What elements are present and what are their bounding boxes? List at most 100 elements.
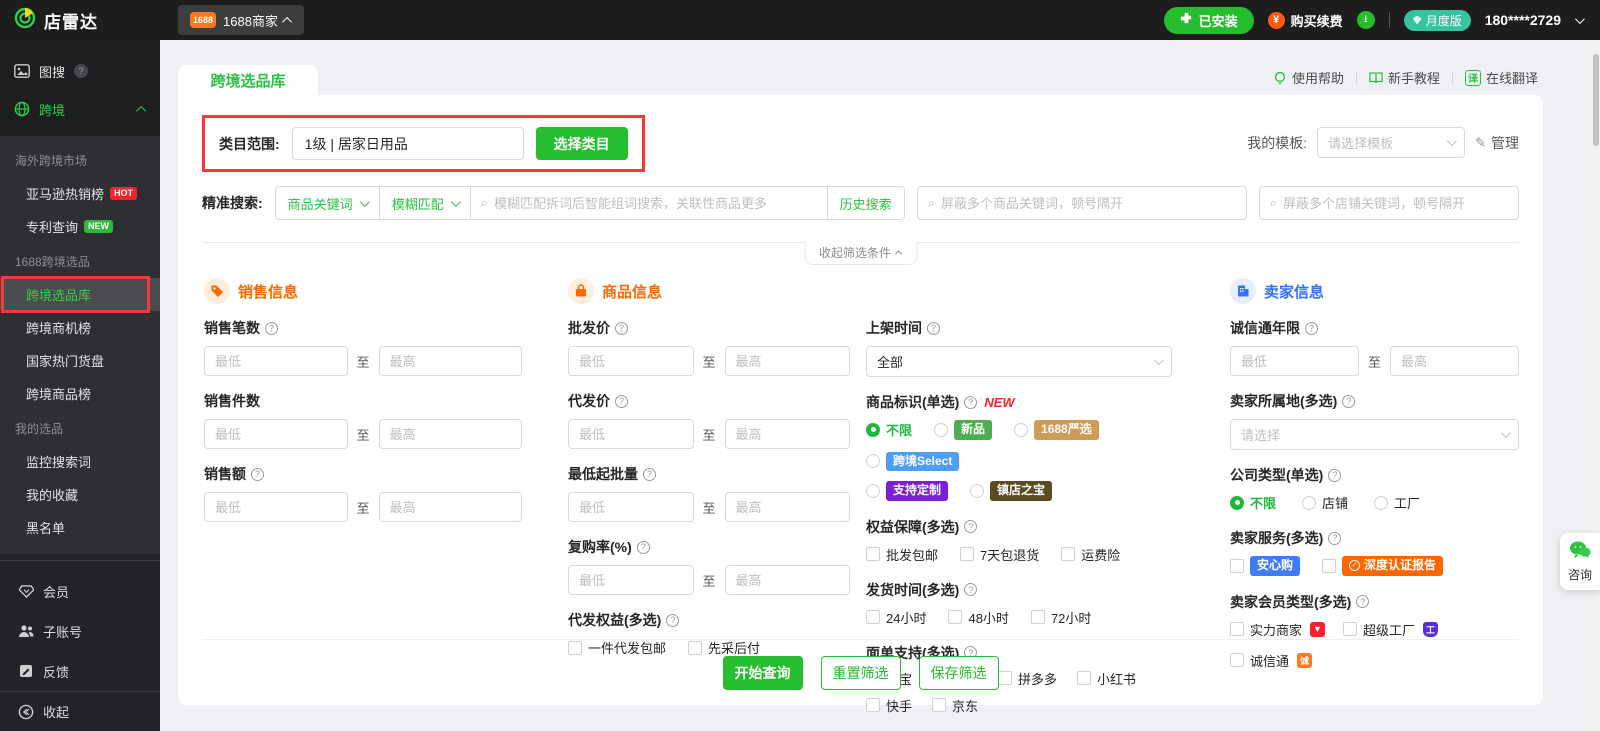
consult-widget[interactable]: 咨询	[1560, 533, 1600, 590]
sidebar-item-opportunity-rank[interactable]: 跨境商机榜	[0, 311, 160, 344]
help-icon[interactable]	[615, 322, 628, 335]
tutorial-link[interactable]: 新手教程	[1369, 68, 1440, 87]
checkbox-option[interactable]: 72小时	[1031, 608, 1091, 627]
radio-option[interactable]: 1688严选	[1014, 420, 1099, 440]
help-icon[interactable]	[637, 541, 650, 554]
checkbox-option[interactable]: 运费险	[1061, 545, 1120, 564]
radio-option[interactable]: 不限	[866, 420, 912, 439]
collapse-filters-button[interactable]: 收起筛选条件	[804, 242, 917, 265]
checkbox-option[interactable]: 批发包邮	[866, 545, 938, 564]
max-input[interactable]	[379, 419, 523, 449]
keyword-search-input[interactable]	[494, 196, 817, 211]
radio-option[interactable]: 工厂	[1374, 493, 1420, 512]
sidebar-item-feedback[interactable]: 反馈	[0, 651, 160, 691]
seller-location-select[interactable]: 请选择	[1230, 419, 1519, 450]
sidebar-item-patent-search[interactable]: 专利查询 NEW	[0, 210, 160, 243]
help-icon[interactable]	[964, 583, 977, 596]
help-icon[interactable]	[1328, 532, 1341, 545]
block-product-keywords-input[interactable]	[941, 196, 1236, 211]
help-icon[interactable]	[1328, 469, 1341, 482]
sidebar-item-amazon-hot[interactable]: 亚马逊热销榜 HOT	[0, 177, 160, 210]
max-input[interactable]	[725, 419, 851, 449]
option-label: 运费险	[1081, 545, 1120, 564]
radio-option[interactable]: 店铺	[1302, 493, 1348, 512]
history-search-button[interactable]: 历史搜索	[828, 187, 904, 219]
help-icon[interactable]	[643, 468, 656, 481]
checkbox-option[interactable]: 超级工厂工	[1343, 620, 1438, 639]
min-input[interactable]	[568, 492, 694, 522]
sidebar-item-subaccount[interactable]: 子账号	[0, 611, 160, 651]
tab-crossborder-library[interactable]: 跨境选品库	[178, 65, 318, 95]
start-query-button[interactable]: 开始查询	[723, 656, 803, 690]
merchant-tab-1688[interactable]: 1688 1688商家	[178, 5, 304, 35]
checkbox-option[interactable]: 安心购	[1230, 556, 1300, 576]
field-label-text: 最低起批量	[568, 464, 638, 484]
listing-time-select[interactable]: 全部	[866, 346, 1172, 377]
radio-option[interactable]: 不限	[1230, 493, 1276, 512]
min-input[interactable]	[568, 419, 694, 449]
category-input[interactable]	[292, 127, 524, 160]
sidebar-item-crossborder[interactable]: 跨境	[0, 90, 160, 128]
sidebar-item-member[interactable]: 会员	[0, 571, 160, 611]
radio-option[interactable]: 新品	[934, 420, 992, 440]
keyword-type-dropdown[interactable]: 商品关键词	[276, 187, 380, 219]
min-input[interactable]	[568, 565, 694, 595]
min-input[interactable]	[204, 492, 348, 522]
sidebar-item-favorites[interactable]: 我的收藏	[0, 478, 160, 511]
checkbox-option[interactable]: 实力商家▼	[1230, 620, 1325, 639]
sidebar-item-country-hot[interactable]: 国家热门货盘	[0, 344, 160, 377]
max-input[interactable]	[725, 492, 851, 522]
match-mode-dropdown[interactable]: 模糊匹配	[380, 187, 471, 219]
help-icon[interactable]	[615, 395, 628, 408]
sidebar-item-crossborder-library[interactable]: 跨境选品库	[0, 278, 160, 311]
checkbox-option[interactable]: 24小时	[866, 608, 926, 627]
help-icon[interactable]	[1356, 595, 1369, 608]
min-input[interactable]	[204, 419, 348, 449]
checkbox-option[interactable]: 7天包退货	[960, 545, 1039, 564]
help-icon[interactable]	[251, 468, 264, 481]
help-link[interactable]: 使用帮助	[1273, 68, 1344, 87]
min-input[interactable]	[1230, 346, 1359, 376]
sidebar-item-product-rank[interactable]: 跨境商品榜	[0, 377, 160, 410]
checkbox-option[interactable]: 深度认证报告	[1322, 556, 1443, 576]
sidebar-item-blacklist[interactable]: 黑名单	[0, 511, 160, 544]
scrollbar-track[interactable]	[1592, 40, 1600, 731]
account-chevron-down-icon[interactable]	[1575, 14, 1585, 24]
max-input[interactable]	[379, 346, 523, 376]
translate-link[interactable]: 译 在线翻译	[1465, 68, 1538, 87]
help-icon[interactable]	[964, 396, 977, 409]
select-category-button[interactable]: 选择类目	[536, 127, 628, 160]
radio-option[interactable]: 跨境Select	[866, 452, 959, 472]
nav-item-label: 跨境商品榜	[26, 384, 91, 403]
help-icon[interactable]	[964, 520, 977, 533]
radio-option[interactable]: 镇店之宝	[970, 481, 1052, 501]
max-input[interactable]	[1390, 346, 1519, 376]
min-input[interactable]	[204, 346, 348, 376]
help-icon[interactable]	[927, 322, 940, 335]
block-shop-keywords-input[interactable]	[1283, 196, 1508, 211]
template-select[interactable]: 请选择模板	[1317, 127, 1465, 158]
sidebar-item-monitor-keywords[interactable]: 监控搜索词	[0, 445, 160, 478]
building-icon	[1230, 278, 1256, 304]
checkbox-option[interactable]: 48小时	[948, 608, 1008, 627]
help-circle-icon[interactable]	[74, 64, 88, 78]
help-icon[interactable]	[666, 614, 679, 627]
help-icon[interactable]	[265, 322, 278, 335]
reset-filters-button[interactable]: 重置筛选	[821, 656, 901, 690]
sidebar-collapse-button[interactable]: 收起	[0, 691, 160, 731]
help-icon[interactable]	[1305, 322, 1318, 335]
scrollbar-thumb[interactable]	[1593, 54, 1599, 146]
manage-templates-button[interactable]: ✎ 管理	[1475, 133, 1519, 153]
download-icon[interactable]	[1357, 11, 1375, 29]
renew-button[interactable]: 购买续费	[1268, 11, 1343, 30]
save-filters-button[interactable]: 保存筛选	[919, 656, 999, 690]
help-icon[interactable]	[1342, 395, 1355, 408]
max-input[interactable]	[379, 492, 523, 522]
max-input[interactable]	[725, 565, 851, 595]
max-input[interactable]	[725, 346, 851, 376]
installed-button[interactable]: 已安装	[1164, 7, 1254, 34]
radio-option[interactable]: 支持定制	[866, 481, 948, 501]
min-input[interactable]	[568, 346, 694, 376]
option-label: 深度认证报告	[1364, 558, 1436, 574]
sidebar-item-image-search[interactable]: 图搜	[0, 52, 160, 90]
